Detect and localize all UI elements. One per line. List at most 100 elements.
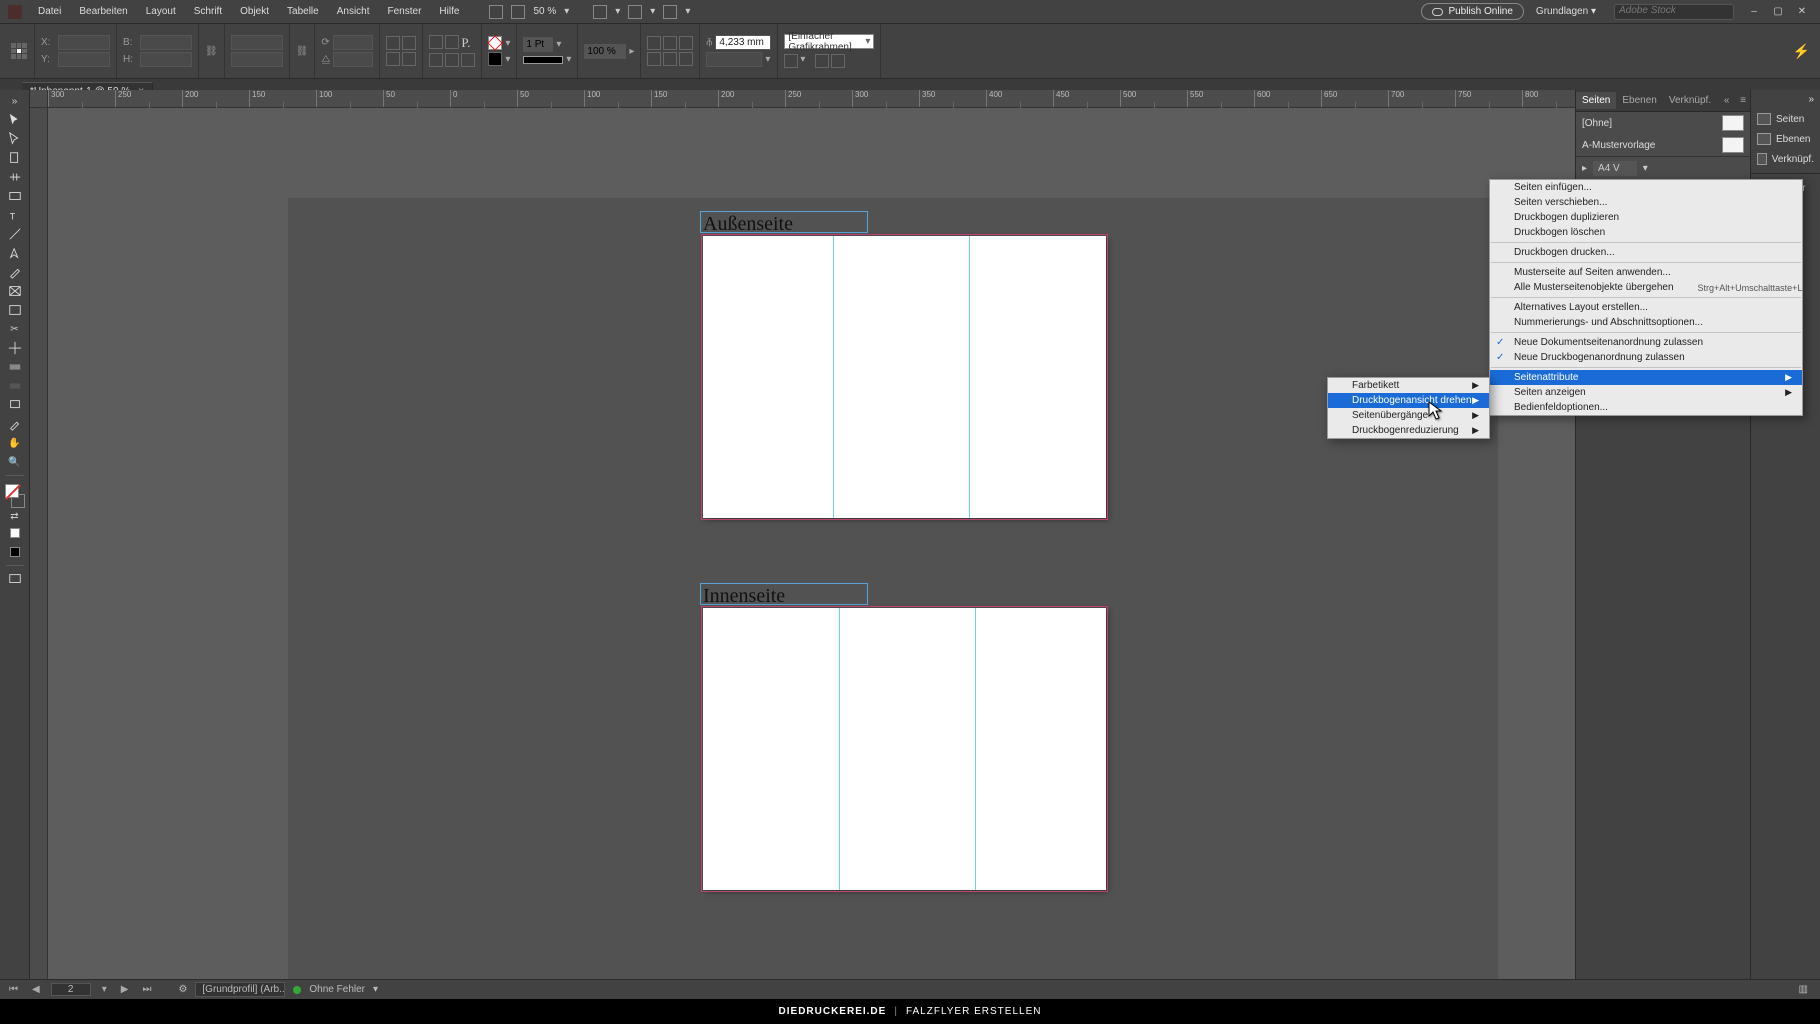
panel-menu-icon[interactable]: ≡ [1736,95,1750,106]
wrap-shape-icon[interactable] [663,52,677,66]
effects-icon[interactable] [647,36,661,50]
type-tool[interactable]: T [3,206,27,224]
ctx-main-item-14[interactable]: ✓Neue Druckbogenanordnung zulassen [1490,350,1802,365]
fill-swatch-icon[interactable] [488,36,502,50]
y-field[interactable] [58,52,110,67]
screen-mode-toggle-icon[interactable] [3,570,27,588]
fill-dd[interactable]: ▾ [505,38,510,49]
menu-window[interactable]: Fenster [380,3,430,20]
minimize-icon[interactable]: – [1744,5,1764,19]
pen-tool[interactable] [3,244,27,262]
zoom-level[interactable]: 50 % [533,6,556,17]
stroke-weight-field[interactable] [523,37,553,52]
preflight-menu-icon[interactable]: ⚙ [178,984,187,995]
stroke-style-preview[interactable] [523,56,563,64]
gap-field[interactable] [715,35,771,50]
shear-field[interactable] [333,52,373,67]
page-tool[interactable] [3,149,27,167]
wrap-around-icon[interactable] [679,36,693,50]
flip-v-icon[interactable] [402,52,416,66]
swap-fill-stroke-icon[interactable]: ⇄ [3,509,27,523]
reference-point-widget[interactable] [10,42,28,60]
line-tool[interactable] [3,225,27,243]
menu-edit[interactable]: Bearbeiten [71,3,135,20]
menu-object[interactable]: Objekt [232,3,277,20]
ctx-main-item-18[interactable]: Bedienfeldoptionen... [1490,400,1802,415]
ctx-main-item-0[interactable]: Seiten einfügen... [1490,180,1802,195]
ctx-sub-item-2[interactable]: Seitenübergänge▶ [1328,408,1489,423]
fill-stroke-swatches[interactable] [3,484,27,508]
menu-table[interactable]: Tabelle [279,3,327,20]
fit-content-icon[interactable] [815,54,829,68]
zoom-dropdown-icon[interactable]: ▾ [564,6,569,17]
close-icon[interactable]: ✕ [1792,5,1812,19]
gap-dd[interactable]: ▾ [765,54,770,65]
rectangle-frame-tool[interactable] [3,282,27,300]
ss-dd[interactable]: ▾ [566,54,571,65]
ctx-main-item-10[interactable]: Alternatives Layout erstellen... [1490,300,1802,315]
view-options-icon[interactable] [593,5,607,19]
page-dd-icon[interactable]: ▾ [99,984,110,995]
spread-outer[interactable] [703,236,1106,518]
pencil-tool[interactable] [3,263,27,281]
formatting-container-icon[interactable] [3,524,27,542]
dock-layers[interactable]: Ebenen [1751,129,1820,149]
co-dd[interactable]: ▾ [800,54,805,68]
menu-layout[interactable]: Layout [138,3,184,20]
arrange-documents-icon[interactable] [663,5,677,19]
menu-help[interactable]: Hilfe [431,3,467,20]
scale-y-field[interactable] [231,52,283,67]
rotate-ccw-icon[interactable] [386,36,400,50]
ctx-main-item-1[interactable]: Seiten verschieben... [1490,195,1802,210]
ctx-sub-item-3[interactable]: Druckbogenreduzierung▶ [1328,423,1489,438]
menu-type[interactable]: Schrift [186,3,230,20]
first-page-icon[interactable]: ⏮ [6,984,21,995]
free-transform-tool[interactable] [3,339,27,357]
spread-inner[interactable] [703,608,1106,890]
workspace-switcher[interactable]: Grundlagen ▾ [1536,6,1596,17]
x-field[interactable] [58,35,110,50]
select-next-icon[interactable] [445,53,459,67]
eyedropper-tool[interactable] [3,415,27,433]
zoom-tool[interactable]: 🔍 [3,453,27,471]
rotate-cw-icon[interactable] [402,36,416,50]
wrap-jump-icon[interactable] [679,52,693,66]
p-icon[interactable]: P. [461,35,470,51]
opacity-field[interactable] [584,44,626,59]
flip-h-icon[interactable] [386,52,400,66]
preflight-profile[interactable]: [Grundprofil] (Arb... [195,982,285,997]
select-prev-icon[interactable] [445,35,459,49]
fit-frame-icon[interactable] [831,54,845,68]
ruler-origin[interactable] [30,90,48,108]
ctx-main-item-13[interactable]: ✓Neue Dokumentseitenanordnung zulassen [1490,335,1802,350]
next-page-icon[interactable]: ▶ [118,984,132,995]
direct-selection-tool[interactable] [3,130,27,148]
gap-field-2[interactable] [706,52,762,67]
hand-tool[interactable]: ✋ [3,434,27,452]
ctx-sub-item-1[interactable]: Druckbogenansicht drehen▶ [1328,393,1489,408]
ctx-sub-item-0[interactable]: Farbetikett▶ [1328,378,1489,393]
page-size-dd[interactable]: ▾ [1643,163,1648,174]
screen-mode-icon[interactable] [628,5,642,19]
canvas[interactable]: 3002502001501005005010015020025030035040… [30,90,1575,992]
ctx-main-item-2[interactable]: Druckbogen duplizieren [1490,210,1802,225]
stroke-dd[interactable]: ▾ [505,54,510,65]
preflight-errors[interactable]: Ohne Fehler [309,984,365,995]
search-input[interactable]: Adobe Stock [1614,4,1734,20]
gradient-swatch-tool[interactable] [3,358,27,376]
note-tool[interactable] [3,396,27,414]
tab-pages[interactable]: Seiten [1576,92,1616,109]
rectangle-tool[interactable] [3,301,27,319]
dock-links[interactable]: Verknüpf. [1751,149,1820,169]
stock-icon[interactable] [511,5,525,19]
dd2[interactable]: ▾ [650,6,655,17]
content-collector-tool[interactable] [3,187,27,205]
sw-dd[interactable]: ▾ [556,39,561,50]
status-right-icon[interactable]: ▥ [1799,984,1808,995]
rotate-field[interactable] [333,35,373,50]
select-content-icon[interactable] [429,53,443,67]
constrain-wh-icon[interactable]: ⛓ [205,46,218,57]
h-field[interactable] [140,52,192,67]
stroke-swatch-icon[interactable] [488,52,502,66]
select-container-icon[interactable] [429,35,443,49]
